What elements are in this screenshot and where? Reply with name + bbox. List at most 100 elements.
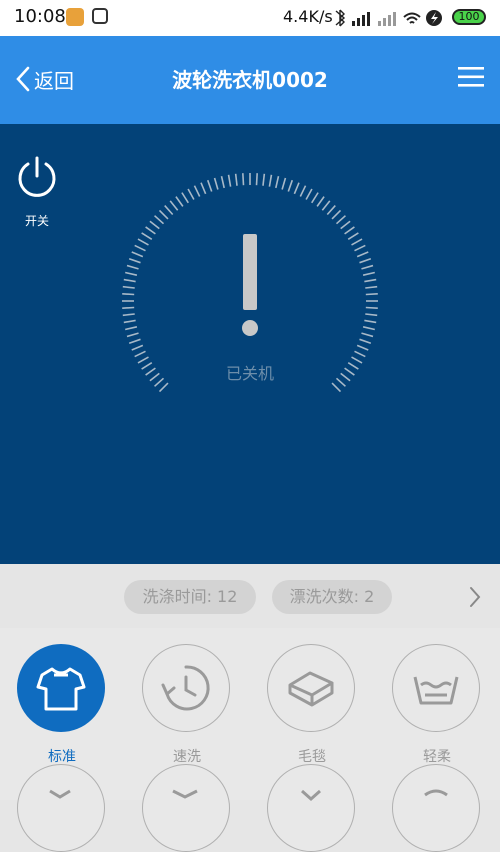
gauge-tick [125,271,138,276]
gauge-tick [131,344,144,351]
app-header: 返回 波轮洗衣机0002 [0,36,500,124]
power-state-text: 已关机 [225,364,274,383]
gauge-tick [305,188,313,200]
gauge-tick [193,185,201,197]
gauge-tick [128,338,141,345]
mode-quick-label: 速洗 [173,749,201,765]
gauge-tick [137,238,149,246]
gauge-tick [365,313,378,317]
app-notification-icon [66,8,84,26]
gauge-tick [122,313,135,317]
gauge-tick [351,238,363,246]
gauge-tick [362,326,375,331]
mode-gentle-label: 轻柔 [423,749,451,765]
menu-button[interactable] [458,66,484,88]
gauge-tick [361,332,374,338]
chevron-right-icon[interactable] [468,586,482,608]
gauge-tick [175,196,184,207]
rinse-count-badge: 漂洗次数: 2 [272,580,392,614]
gauge-tick [340,220,351,230]
mi-app-icon [92,8,108,24]
gauge-tick [361,264,374,270]
mode-extra-1-circle [17,764,105,852]
status-time: 10:08 [14,6,66,27]
gauge-tick [145,226,156,235]
gauge-tick [359,257,372,264]
gauge-tick [275,176,280,189]
gauge-tick [311,192,319,204]
clothes-icon [172,789,198,799]
gauge-tick [364,278,377,283]
gauge-tick [365,306,378,309]
quick-clock-icon [161,665,210,711]
mode-gentle-circle [392,644,480,732]
gauge-tick [134,244,146,252]
mode-extra-4-circle [392,764,480,852]
gauge-tick [234,173,238,186]
gauge-tick [123,278,136,283]
gauge-tick [287,179,294,192]
gauge-tick [331,382,342,393]
gauge-tick [321,200,331,211]
wash-time-badge: 洗涤时间: 12 [124,580,256,614]
gauge-tick [255,173,258,186]
mode-blanket-label: 毛毯 [298,749,326,765]
gauge-tick [169,200,179,211]
gauge-tick [122,306,135,309]
gauge-tick [126,332,139,338]
mode-standard[interactable]: 标准 [17,644,107,766]
device-panel: 开关 已关机 [0,124,500,564]
mode-extra-4[interactable] [392,764,482,852]
gauge-tick [154,215,165,225]
mode-extra-1[interactable] [17,764,107,852]
gauge-tick [200,182,207,195]
power-button[interactable] [14,154,60,200]
warning-exclamation-icon [243,234,257,310]
jacket-icon [301,789,321,802]
gauge-tick [365,285,378,289]
status-icons-svg [335,9,442,27]
gauge-tick [158,209,169,220]
gauge-tick [268,174,273,187]
warning-dot [242,320,258,336]
gauge-tick [123,319,136,324]
mode-gentle[interactable]: 轻柔 [392,644,482,766]
gauge-tick [126,264,139,270]
mode-extra-3-circle [267,764,355,852]
gauge-tick [149,220,160,230]
mode-quick[interactable]: 速洗 [142,644,232,766]
gauge-tick [344,226,355,235]
gauge-tick [354,244,366,252]
gauge-tick [227,174,232,187]
gauge-tick [316,196,325,207]
gauge-tick [359,338,372,345]
mode-extra-3[interactable] [267,764,357,852]
gauge-tick [131,251,144,258]
gentle-wash-icon [413,676,459,705]
gauge-tick [354,350,366,358]
gauge-tick [125,326,138,331]
gauge-tick [206,179,213,192]
gauge-tick [362,271,375,276]
gauge-tick [326,205,336,216]
wash-mode-grid: 标准 速洗 毛毯 轻柔 [0,628,500,852]
gauge-tick [335,215,346,225]
gauge-tick [164,205,174,216]
gauge-tick [213,177,219,190]
gauge-tick [262,173,266,186]
gauge-tick [187,188,195,200]
gauge-tick [158,382,169,393]
gauge-tick [356,251,369,258]
blanket-icon [288,671,334,707]
page-title: 波轮洗衣机0002 [172,68,328,92]
hamburger-menu-icon [458,67,484,87]
mode-quick-circle [142,644,230,732]
gauge-tick [281,177,287,190]
mode-blanket[interactable]: 毛毯 [267,644,357,766]
mode-extra-2[interactable] [142,764,232,852]
gauge-tick [122,285,135,289]
status-gauge [122,173,378,393]
mode-blanket-circle [267,644,355,732]
gauge-tick [293,182,300,195]
gauge-tick [220,176,225,189]
